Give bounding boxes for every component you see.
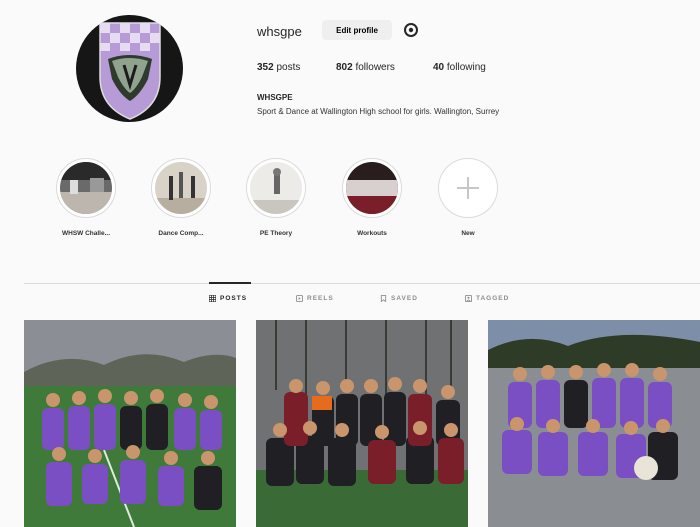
highlight-photo — [60, 162, 112, 214]
highlight-label: Workouts — [357, 230, 387, 237]
highlight-new[interactable]: New — [437, 158, 499, 237]
posts-count-stat: 352 posts — [257, 62, 300, 73]
tab-label: SAVED — [391, 295, 418, 302]
bio-name: WHSGPE — [257, 93, 293, 102]
team-photo-trees — [256, 320, 468, 527]
following-count: 40 — [433, 62, 445, 73]
highlight-label: New — [461, 230, 475, 237]
team-photo-netball-pitch — [24, 320, 236, 527]
posts-label: posts — [276, 62, 301, 73]
posts-count: 352 — [257, 62, 274, 73]
highlight-pe-theory[interactable]: PE Theory — [245, 158, 307, 237]
tabs-divider — [24, 283, 700, 284]
highlight-label: PE Theory — [259, 230, 293, 237]
highlight-whsw-challenge[interactable]: WHSW Challe... — [55, 158, 117, 237]
followers-count: 802 — [336, 62, 353, 73]
post-thumbnail[interactable] — [24, 320, 236, 527]
username: whsgpe — [257, 24, 302, 39]
followers-stat[interactable]: 802 followers — [336, 62, 395, 73]
settings-gear-icon[interactable] — [403, 22, 419, 38]
post-thumbnail[interactable] — [256, 320, 468, 527]
highlight-photo — [155, 162, 207, 214]
highlight-workouts[interactable]: Workouts — [341, 158, 403, 237]
tab-tagged[interactable]: TAGGED — [465, 295, 509, 302]
following-stat[interactable]: 40 following — [433, 62, 486, 73]
tab-saved[interactable]: SAVED — [380, 295, 418, 302]
followers-label: followers — [355, 62, 395, 73]
tag-icon — [465, 295, 472, 302]
reels-icon — [296, 295, 303, 302]
team-photo-netball-court — [488, 320, 700, 527]
tab-label: POSTS — [220, 295, 248, 302]
tab-posts[interactable]: POSTS — [209, 295, 247, 302]
highlight-label: WHSW Challe... — [61, 230, 111, 237]
active-tab-indicator — [209, 282, 251, 284]
edit-profile-button[interactable]: Edit profile — [322, 20, 392, 40]
bookmark-icon — [380, 295, 387, 302]
plus-icon — [457, 177, 479, 199]
post-thumbnail[interactable] — [488, 320, 700, 527]
tab-label: REELS — [307, 295, 334, 302]
highlight-label: Dance Comp... — [158, 230, 204, 237]
school-crest-logo — [99, 22, 161, 120]
highlight-photo — [346, 162, 398, 214]
tab-reels[interactable]: REELS — [296, 295, 334, 302]
profile-avatar[interactable] — [76, 15, 183, 122]
tab-label: TAGGED — [476, 295, 510, 302]
grid-icon — [209, 295, 216, 302]
bio-text: Sport & Dance at Wallington High school … — [257, 107, 500, 116]
highlight-photo — [250, 162, 302, 214]
highlight-dance-comp[interactable]: Dance Comp... — [150, 158, 212, 237]
following-label: following — [446, 62, 486, 73]
